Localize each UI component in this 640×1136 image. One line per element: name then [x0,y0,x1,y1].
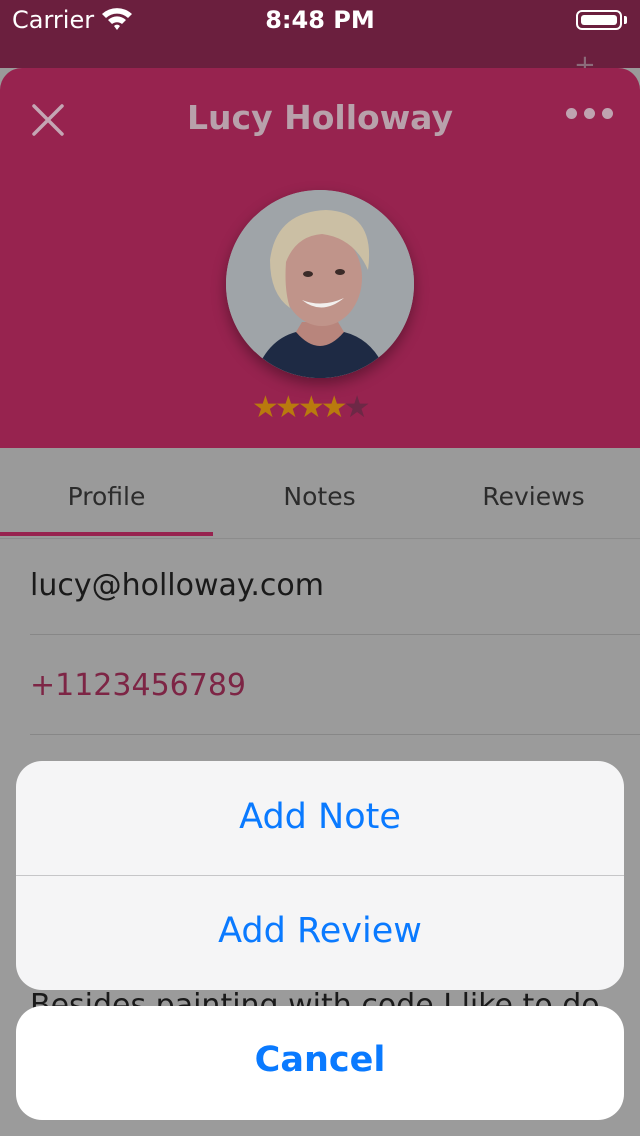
battery-cap [624,16,627,24]
avatar [226,190,414,378]
more-options-button[interactable] [562,104,613,124]
star-empty-icon: ★ [343,390,371,425]
add-note-button[interactable]: Add Note [16,797,624,837]
tab-reviews[interactable]: Reviews [427,482,640,511]
battery-icon [576,10,622,30]
rating-stars: ★★★★★ [252,390,371,425]
action-sheet: Add Note Add Review [16,761,624,990]
star-icon: ★ [252,390,279,425]
page-title: Lucy Holloway [187,98,453,137]
email-field[interactable]: lucy@holloway.com [30,568,640,603]
tab-profile[interactable]: Profile [0,482,213,511]
active-tab-indicator [0,532,213,536]
divider [0,538,640,539]
phone-link[interactable]: +1123456789 [30,668,640,703]
cancel-label: Cancel [254,1040,386,1080]
more-icon [566,108,577,119]
tab-notes[interactable]: Notes [213,482,426,511]
divider [30,734,640,735]
status-bar: Carrier 8:48 PM + [0,0,640,78]
profile-header: Lucy Holloway ★★★★★ [0,68,640,448]
tab-bar: Profile Notes Reviews [0,448,640,540]
divider [16,875,624,876]
cancel-button[interactable]: Cancel [16,1006,624,1120]
divider [30,634,640,635]
add-review-button[interactable]: Add Review [16,911,624,951]
clock: 8:48 PM [265,6,375,34]
